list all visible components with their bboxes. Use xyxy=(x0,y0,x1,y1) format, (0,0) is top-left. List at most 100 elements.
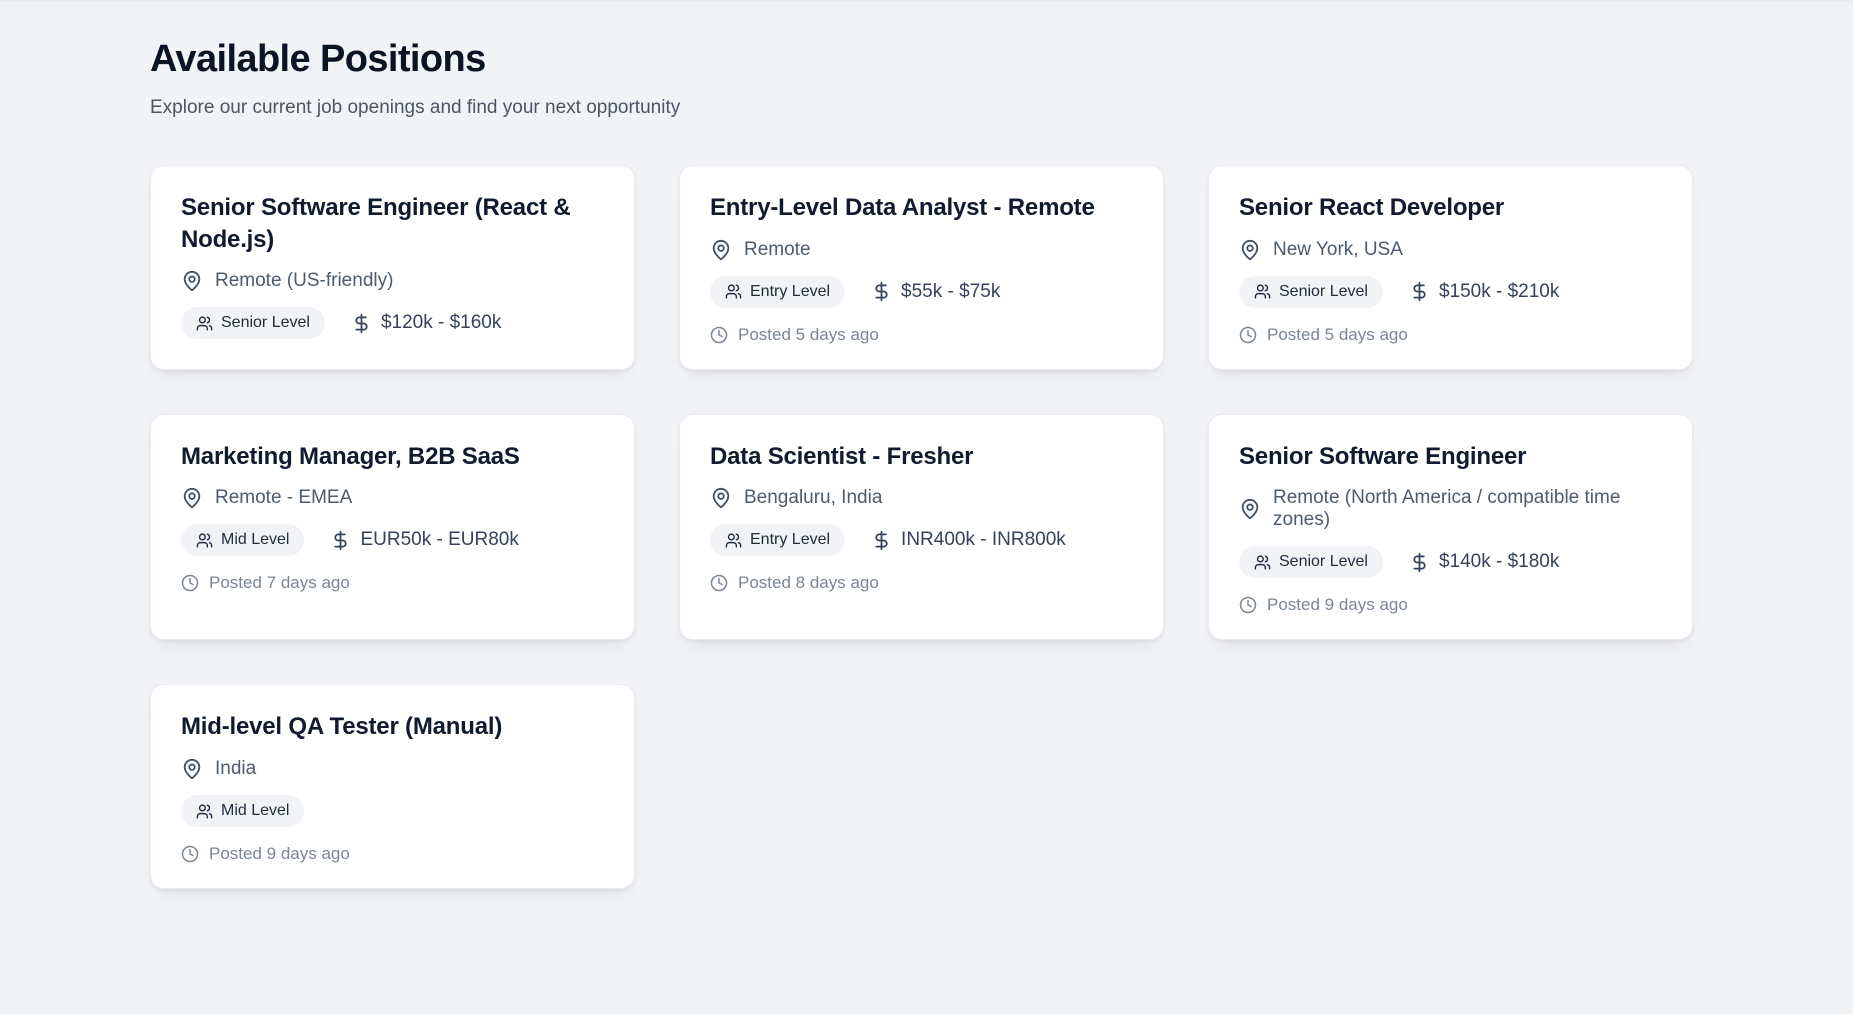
level-badge: Entry Level xyxy=(710,276,845,308)
job-location: India xyxy=(215,758,256,780)
job-posted-row: Posted 9 days ago xyxy=(1239,595,1408,615)
job-title: Senior Software Engineer (React & Node.j… xyxy=(181,192,604,255)
job-card[interactable]: Senior React Developer New York, USA xyxy=(1208,165,1693,370)
jobs-grid: Senior Software Engineer (React & Node.j… xyxy=(150,165,1693,889)
job-meta-row: Mid Level xyxy=(181,795,304,827)
level-badge-label: Entry Level xyxy=(750,531,830,549)
level-badge-label: Senior Level xyxy=(221,314,310,332)
job-posted-value: Posted 9 days ago xyxy=(209,844,350,864)
level-badge-label: Entry Level xyxy=(750,283,830,301)
job-salary-value: INR400k - INR800k xyxy=(901,529,1066,551)
job-card[interactable]: Mid-level QA Tester (Manual) India xyxy=(150,684,635,889)
job-meta-row: Senior Level $140k - $180k xyxy=(1239,546,1559,578)
dollar-sign-icon xyxy=(351,313,372,334)
job-location: Remote - EMEA xyxy=(215,487,352,509)
job-meta-row: Senior Level $150k - $210k xyxy=(1239,276,1559,308)
job-posted-row: Posted 5 days ago xyxy=(1239,325,1408,345)
job-salary-value: $120k - $160k xyxy=(381,312,501,334)
job-salary: $140k - $180k xyxy=(1409,551,1559,573)
job-posted-row: Posted 7 days ago xyxy=(181,573,350,593)
job-location-row: Remote xyxy=(710,239,811,261)
job-location-row: Remote (North America / compatible time … xyxy=(1239,487,1662,531)
job-card[interactable]: Marketing Manager, B2B SaaS Remote - EME… xyxy=(150,414,635,641)
dollar-sign-icon xyxy=(330,530,351,551)
job-salary: EUR50k - EUR80k xyxy=(330,529,518,551)
job-salary: INR400k - INR800k xyxy=(871,529,1066,551)
job-card[interactable]: Senior Software Engineer (React & Node.j… xyxy=(150,165,635,370)
job-card[interactable]: Data Scientist - Fresher Bengaluru, Indi… xyxy=(679,414,1164,641)
job-title: Mid-level QA Tester (Manual) xyxy=(181,711,502,743)
clock-icon xyxy=(1239,596,1257,614)
clock-icon xyxy=(710,326,728,344)
job-posted-value: Posted 7 days ago xyxy=(209,573,350,593)
job-location: Remote (North America / compatible time … xyxy=(1273,487,1662,531)
job-location: Bengaluru, India xyxy=(744,487,882,509)
map-pin-icon xyxy=(181,758,203,780)
page-title: Available Positions xyxy=(150,38,1693,81)
map-pin-icon xyxy=(710,239,732,261)
job-meta-row: Mid Level EUR50k - EUR80k xyxy=(181,524,519,556)
dollar-sign-icon xyxy=(871,530,892,551)
job-location-row: Remote (US-friendly) xyxy=(181,270,393,292)
job-location-row: New York, USA xyxy=(1239,239,1403,261)
job-meta-row: Senior Level $120k - $160k xyxy=(181,307,501,339)
dollar-sign-icon xyxy=(1409,281,1430,302)
job-title: Senior React Developer xyxy=(1239,192,1504,224)
map-pin-icon xyxy=(181,487,203,509)
job-location: Remote (US-friendly) xyxy=(215,270,393,292)
clock-icon xyxy=(1239,326,1257,344)
available-positions-page: Available Positions Explore our current … xyxy=(0,2,1853,889)
job-posted-value: Posted 9 days ago xyxy=(1267,595,1408,615)
job-salary: $55k - $75k xyxy=(871,281,1000,303)
users-icon xyxy=(725,532,742,549)
job-location: New York, USA xyxy=(1273,239,1403,261)
dollar-sign-icon xyxy=(1409,552,1430,573)
job-title: Data Scientist - Fresher xyxy=(710,441,973,473)
users-icon xyxy=(1254,554,1271,571)
users-icon xyxy=(1254,283,1271,300)
job-salary-value: $150k - $210k xyxy=(1439,281,1559,303)
job-meta-row: Entry Level INR400k - INR800k xyxy=(710,524,1066,556)
job-location-row: Remote - EMEA xyxy=(181,487,352,509)
job-salary-value: $140k - $180k xyxy=(1439,551,1559,573)
job-location-row: India xyxy=(181,758,256,780)
level-badge: Entry Level xyxy=(710,524,845,556)
job-location: Remote xyxy=(744,239,811,261)
level-badge-label: Mid Level xyxy=(221,802,289,820)
job-title: Entry-Level Data Analyst - Remote xyxy=(710,192,1095,224)
clock-icon xyxy=(181,845,199,863)
job-salary: $150k - $210k xyxy=(1409,281,1559,303)
clock-icon xyxy=(181,574,199,592)
map-pin-icon xyxy=(1239,498,1261,520)
job-salary-value: $55k - $75k xyxy=(901,281,1000,303)
job-posted-value: Posted 5 days ago xyxy=(738,325,879,345)
clock-icon xyxy=(710,574,728,592)
map-pin-icon xyxy=(181,270,203,292)
job-card[interactable]: Entry-Level Data Analyst - Remote Remote xyxy=(679,165,1164,370)
dollar-sign-icon xyxy=(871,281,892,302)
job-location-row: Bengaluru, India xyxy=(710,487,882,509)
level-badge: Senior Level xyxy=(181,307,325,339)
job-posted-value: Posted 8 days ago xyxy=(738,573,879,593)
level-badge: Mid Level xyxy=(181,524,304,556)
level-badge: Mid Level xyxy=(181,795,304,827)
job-title: Senior Software Engineer xyxy=(1239,441,1526,473)
map-pin-icon xyxy=(1239,239,1261,261)
level-badge-label: Mid Level xyxy=(221,531,289,549)
users-icon xyxy=(196,532,213,549)
level-badge-label: Senior Level xyxy=(1279,553,1368,571)
job-posted-row: Posted 9 days ago xyxy=(181,844,350,864)
job-salary-value: EUR50k - EUR80k xyxy=(360,529,518,551)
job-title: Marketing Manager, B2B SaaS xyxy=(181,441,520,473)
job-salary: $120k - $160k xyxy=(351,312,501,334)
users-icon xyxy=(196,803,213,820)
users-icon xyxy=(725,283,742,300)
job-posted-row: Posted 5 days ago xyxy=(710,325,879,345)
job-posted-value: Posted 5 days ago xyxy=(1267,325,1408,345)
job-meta-row: Entry Level $55k - $75k xyxy=(710,276,1000,308)
map-pin-icon xyxy=(710,487,732,509)
job-card[interactable]: Senior Software Engineer Remote (North A… xyxy=(1208,414,1693,641)
level-badge: Senior Level xyxy=(1239,546,1383,578)
page-subtitle: Explore our current job openings and fin… xyxy=(150,97,1693,119)
users-icon xyxy=(196,315,213,332)
